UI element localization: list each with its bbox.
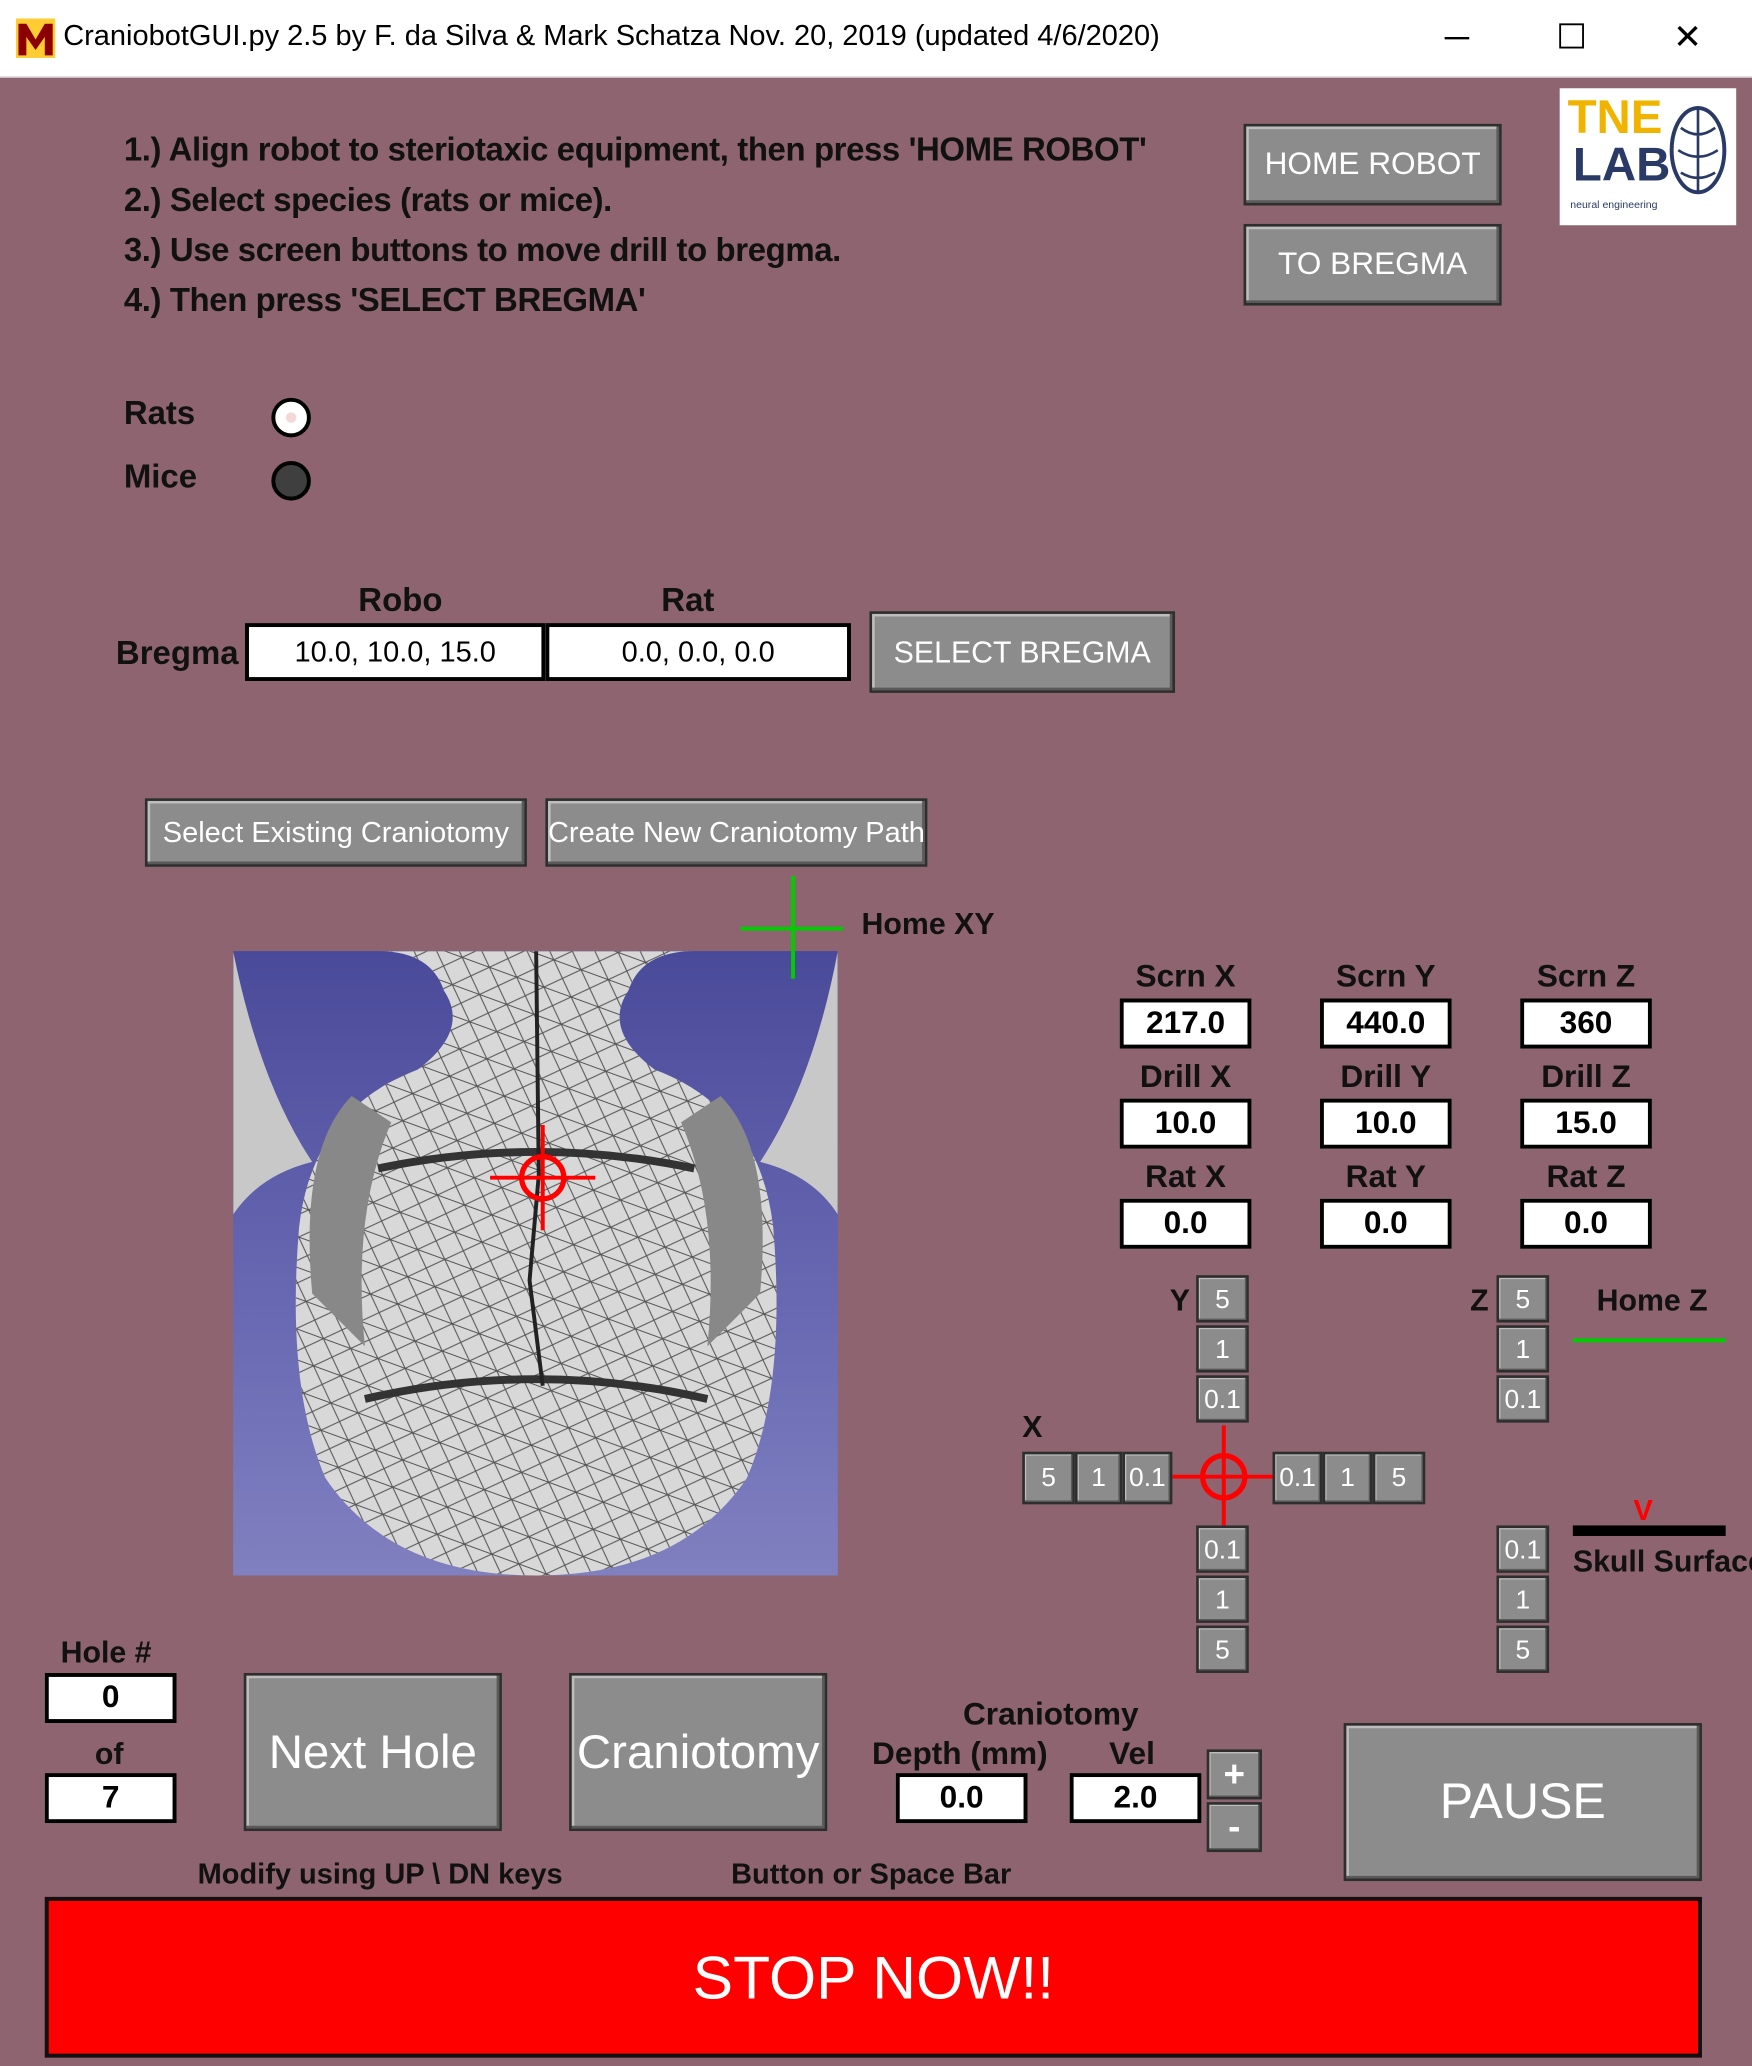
home-robot-button[interactable]: HOME ROBOT — [1243, 123, 1502, 206]
title-bar: CraniobotGUI.py 2.5 by F. da Silva & Mar… — [0, 0, 1752, 78]
jog-x-label: X — [1022, 1409, 1043, 1444]
drill-x-field: 10.0 — [1119, 1098, 1252, 1149]
bregma-robo-field[interactable]: 10.0, 10.0, 15.0 — [245, 623, 546, 682]
jog-y-plus-5-button[interactable]: 5 — [1196, 1275, 1249, 1323]
jog-y-label: Y — [1169, 1283, 1190, 1318]
vel-minus-button[interactable]: - — [1206, 1802, 1262, 1853]
create-new-craniotomy-button[interactable]: Create New Craniotomy Path — [545, 798, 928, 867]
rat-header: Rat — [661, 582, 715, 620]
logo-tagline: neural engineering — [1570, 198, 1658, 211]
hole-number-label: Hole # — [60, 1634, 152, 1670]
scrn-z-label: Scrn Z — [1536, 958, 1636, 995]
jog-z-plus-1-button[interactable]: 1 — [1496, 1325, 1550, 1373]
home-xy-crosshair-icon — [740, 876, 844, 979]
depth-label: Depth (mm) — [872, 1736, 1048, 1772]
jog-z-label: Z — [1470, 1283, 1489, 1318]
drill-y-label: Drill Y — [1340, 1059, 1432, 1095]
app-window: CraniobotGUI.py 2.5 by F. da Silva & Mar… — [0, 0, 1752, 2066]
hole-of-label: of — [94, 1736, 124, 1771]
rats-label: Rats — [123, 395, 196, 433]
jog-y-plus-1-button[interactable]: 1 — [1196, 1325, 1249, 1373]
hole-number-field[interactable]: 0 — [44, 1672, 177, 1724]
scrn-y-label: Scrn Y — [1335, 958, 1436, 995]
drill-z-field: 15.0 — [1520, 1098, 1652, 1149]
stop-now-button[interactable]: STOP NOW!! — [44, 1896, 1702, 2058]
rats-radio[interactable] — [271, 397, 311, 438]
depth-field[interactable]: 0.0 — [895, 1773, 1028, 1824]
bregma-label: Bregma — [115, 634, 239, 672]
instruction-1: 1.) Align robot to steriotaxic equipment… — [123, 131, 1147, 169]
rat-x-label: Rat X — [1145, 1159, 1226, 1195]
jog-z-minus-1-button[interactable]: 1 — [1496, 1575, 1550, 1623]
logo-line1: TNE — [1567, 89, 1663, 144]
skull-surface-label: Skull Surface — [1572, 1543, 1752, 1579]
jog-z-minus-0-1-button[interactable]: 0.1 — [1496, 1525, 1550, 1573]
hole-hint: Modify using UP \ DN keys — [197, 1857, 563, 1891]
jog-x-minus-1-button[interactable]: 1 — [1074, 1451, 1123, 1505]
rat-z-field: 0.0 — [1520, 1198, 1652, 1249]
scrn-z-field: 360 — [1520, 998, 1652, 1049]
scrn-x-field: 217.0 — [1119, 998, 1252, 1049]
scrn-y-field: 440.0 — [1319, 998, 1452, 1049]
skull-mesh-image[interactable] — [233, 951, 838, 1576]
jog-y-minus-1-button[interactable]: 1 — [1196, 1575, 1249, 1623]
drill-z-label: Drill Z — [1541, 1059, 1631, 1095]
jog-x-plus-5-button[interactable]: 5 — [1372, 1451, 1426, 1505]
jog-z-plus-0-1-button[interactable]: 0.1 — [1496, 1375, 1550, 1423]
bregma-crosshair-icon — [490, 1124, 596, 1231]
rat-y-label: Rat Y — [1345, 1159, 1426, 1195]
instruction-4: 4.) Then press 'SELECT BREGMA' — [123, 281, 646, 319]
home-xy-label: Home XY — [861, 906, 995, 941]
jog-x-plus-0-1-button[interactable]: 0.1 — [1272, 1451, 1323, 1505]
home-z-line — [1572, 1338, 1726, 1343]
jog-y-minus-5-button[interactable]: 5 — [1196, 1625, 1249, 1673]
to-bregma-button[interactable]: TO BREGMA — [1243, 223, 1502, 306]
drill-position-crosshair-icon — [1172, 1425, 1276, 1529]
vel-label: Vel — [1109, 1736, 1155, 1772]
scrn-x-label: Scrn X — [1135, 958, 1236, 995]
m-logo-icon — [15, 18, 56, 58]
craniotomy-button[interactable]: Craniotomy — [569, 1672, 828, 1832]
mice-radio[interactable] — [271, 461, 311, 501]
jog-z-plus-5-button[interactable]: 5 — [1496, 1275, 1550, 1323]
logo-line2: LAB — [1572, 136, 1671, 192]
vel-plus-button[interactable]: + — [1206, 1749, 1262, 1800]
instruction-3: 3.) Use screen buttons to move drill to … — [123, 231, 841, 269]
drill-x-label: Drill X — [1139, 1059, 1232, 1095]
tne-lab-logo: TNE LAB neural engineering — [1559, 88, 1737, 226]
bregma-rat-field[interactable]: 0.0, 0.0, 0.0 — [545, 623, 851, 682]
rat-z-label: Rat Z — [1546, 1159, 1626, 1195]
robo-header: Robo — [358, 582, 443, 620]
rat-y-field: 0.0 — [1319, 1198, 1452, 1249]
select-bregma-button[interactable]: SELECT BREGMA — [869, 611, 1176, 693]
craniotomy-hint: Button or Space Bar — [731, 1857, 1012, 1891]
drill-y-field: 10.0 — [1319, 1098, 1452, 1149]
jog-x-plus-1-button[interactable]: 1 — [1322, 1451, 1373, 1505]
jog-x-minus-0-1-button[interactable]: 0.1 — [1122, 1451, 1173, 1505]
skull-surface-line — [1572, 1525, 1726, 1536]
jog-y-minus-0-1-button[interactable]: 0.1 — [1196, 1525, 1249, 1573]
jog-y-plus-0-1-button[interactable]: 0.1 — [1196, 1375, 1249, 1423]
pause-button[interactable]: PAUSE — [1343, 1723, 1702, 1882]
skull-surface-marker: V — [1633, 1493, 1653, 1527]
jog-x-minus-5-button[interactable]: 5 — [1022, 1451, 1075, 1505]
rat-x-field: 0.0 — [1119, 1198, 1252, 1249]
skull-mesh-icon — [233, 951, 838, 1576]
home-z-label: Home Z — [1596, 1283, 1708, 1318]
hole-total-field[interactable]: 7 — [44, 1773, 177, 1824]
vel-field[interactable]: 2.0 — [1069, 1773, 1202, 1824]
brain-icon — [1669, 106, 1727, 195]
instruction-2: 2.) Select species (rats or mice). — [123, 181, 613, 219]
jog-z-minus-5-button[interactable]: 5 — [1496, 1625, 1550, 1673]
close-button[interactable]: ✕ — [1661, 13, 1714, 60]
next-hole-button[interactable]: Next Hole — [243, 1672, 502, 1832]
maximize-button[interactable]: ☐ — [1545, 13, 1598, 60]
window-title: CraniobotGUI.py 2.5 by F. da Silva & Mar… — [63, 18, 1160, 52]
craniotomy-settings-title: Craniotomy — [962, 1696, 1139, 1733]
select-existing-craniotomy-button[interactable]: Select Existing Craniotomy — [144, 798, 527, 867]
mice-label: Mice — [123, 458, 198, 496]
rats-radio-dot — [285, 412, 297, 423]
minimize-button[interactable]: ─ — [1431, 13, 1484, 60]
